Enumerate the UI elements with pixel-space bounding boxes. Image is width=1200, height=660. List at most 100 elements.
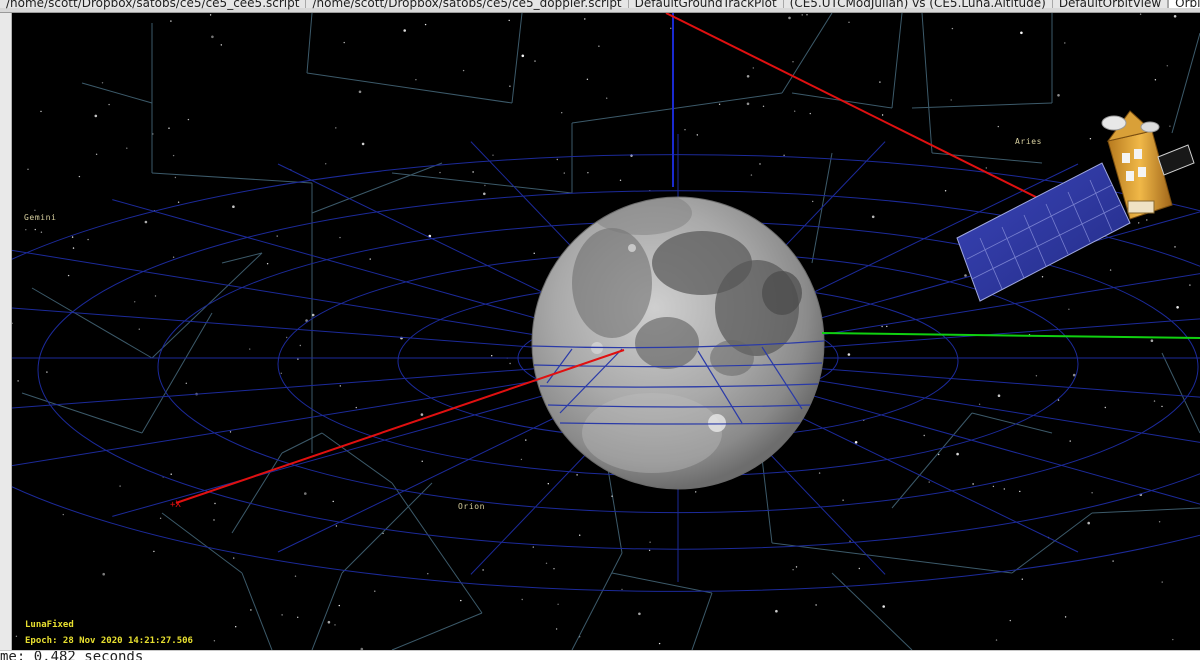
star: [358, 90, 362, 94]
star: [842, 499, 844, 501]
star: [762, 105, 765, 108]
star: [482, 569, 484, 571]
star: [619, 179, 622, 181]
star: [266, 263, 269, 265]
star: [484, 184, 486, 187]
star: [923, 434, 925, 437]
star: [521, 54, 525, 58]
star: [462, 69, 465, 72]
star: [281, 614, 283, 616]
tab-2[interactable]: DefaultGroundTrackPlot: [628, 0, 784, 10]
star: [134, 301, 136, 303]
star: [746, 102, 750, 106]
tab-5[interactable]: Orbit: [1168, 0, 1200, 10]
star: [881, 325, 883, 328]
constellation-segment: [571, 92, 783, 124]
star: [119, 485, 121, 487]
star: [1109, 269, 1112, 271]
star: [72, 247, 75, 249]
star: [1069, 440, 1071, 442]
star: [339, 236, 341, 239]
star: [382, 532, 384, 535]
star: [67, 274, 70, 277]
constellation-segment: [1171, 32, 1200, 134]
constellation-segment: [971, 412, 1053, 434]
constellation-segment: [241, 572, 273, 650]
star: [1072, 373, 1076, 377]
star: [997, 125, 999, 128]
star: [439, 171, 441, 174]
star: [1138, 222, 1140, 224]
tab-4[interactable]: DefaultOrbitView: [1052, 0, 1169, 10]
star: [533, 252, 535, 254]
tab-0[interactable]: /home/scott/Dropbox/satobs/ce5/ce5_cee5.…: [0, 0, 307, 10]
star: [172, 256, 175, 258]
star: [153, 550, 155, 553]
star: [294, 575, 297, 577]
star: [1009, 619, 1011, 622]
satellite-icon[interactable]: [956, 110, 1195, 302]
constellation-segment: [611, 572, 713, 594]
tab-1[interactable]: /home/scott/Dropbox/satobs/ce5/ce5_doppl…: [306, 0, 629, 10]
star: [1154, 79, 1157, 81]
star: [144, 220, 148, 224]
constellation-segment: [306, 13, 313, 74]
constellation-segment: [891, 13, 903, 109]
star: [40, 110, 42, 113]
star: [795, 566, 798, 568]
star: [361, 142, 365, 146]
left-panel-edge[interactable]: [0, 13, 12, 650]
star: [185, 382, 187, 384]
star: [211, 35, 214, 39]
star: [177, 201, 180, 203]
orbit-view-3d[interactable]: +X Gemini Aries Orion LunaFixed Epoch: 2…: [12, 13, 1200, 650]
star: [684, 129, 686, 131]
star: [750, 174, 753, 176]
star: [545, 562, 548, 564]
tab-3[interactable]: (CE5.UTCModJulian) vs (CE5.Luna.Altitude…: [783, 0, 1053, 10]
star: [972, 483, 974, 485]
moon-globe[interactable]: [531, 191, 825, 490]
star: [1172, 638, 1174, 641]
star: [78, 175, 81, 178]
star: [276, 235, 278, 237]
star: [332, 500, 334, 503]
star: [15, 635, 18, 637]
star: [154, 295, 157, 297]
x-axis-line: [175, 349, 625, 504]
star: [992, 485, 995, 488]
star: [1173, 15, 1177, 18]
constellation-segment: [781, 13, 833, 94]
star: [415, 79, 417, 81]
star: [806, 14, 808, 16]
star: [327, 620, 331, 624]
star: [250, 609, 252, 611]
star: [746, 75, 750, 78]
star: [40, 231, 43, 233]
x-axis-line-far: [665, 13, 1061, 210]
star: [557, 603, 559, 605]
star: [46, 371, 48, 373]
constellation-segment: [341, 482, 433, 574]
tab-bar: /home/scott/Dropbox/satobs/ce5/ce5_cee5.…: [0, 0, 1200, 13]
constellation-label-gemini: Gemini: [24, 213, 57, 222]
star: [658, 642, 661, 645]
star: [783, 154, 785, 156]
star: [460, 599, 462, 602]
star: [553, 568, 555, 570]
constellation-segment: [911, 102, 1053, 109]
constellation-segment: [1161, 352, 1200, 434]
constellation-segment: [151, 172, 313, 184]
constellation-segment: [921, 13, 933, 154]
star: [286, 336, 288, 339]
star: [611, 495, 613, 497]
star: [1041, 276, 1044, 278]
star: [956, 452, 959, 456]
star: [1089, 138, 1092, 140]
star: [71, 236, 74, 238]
star: [420, 413, 424, 416]
constellation-segment: [221, 252, 263, 264]
star: [1057, 94, 1060, 97]
star: [1158, 521, 1161, 523]
star: [584, 18, 586, 20]
